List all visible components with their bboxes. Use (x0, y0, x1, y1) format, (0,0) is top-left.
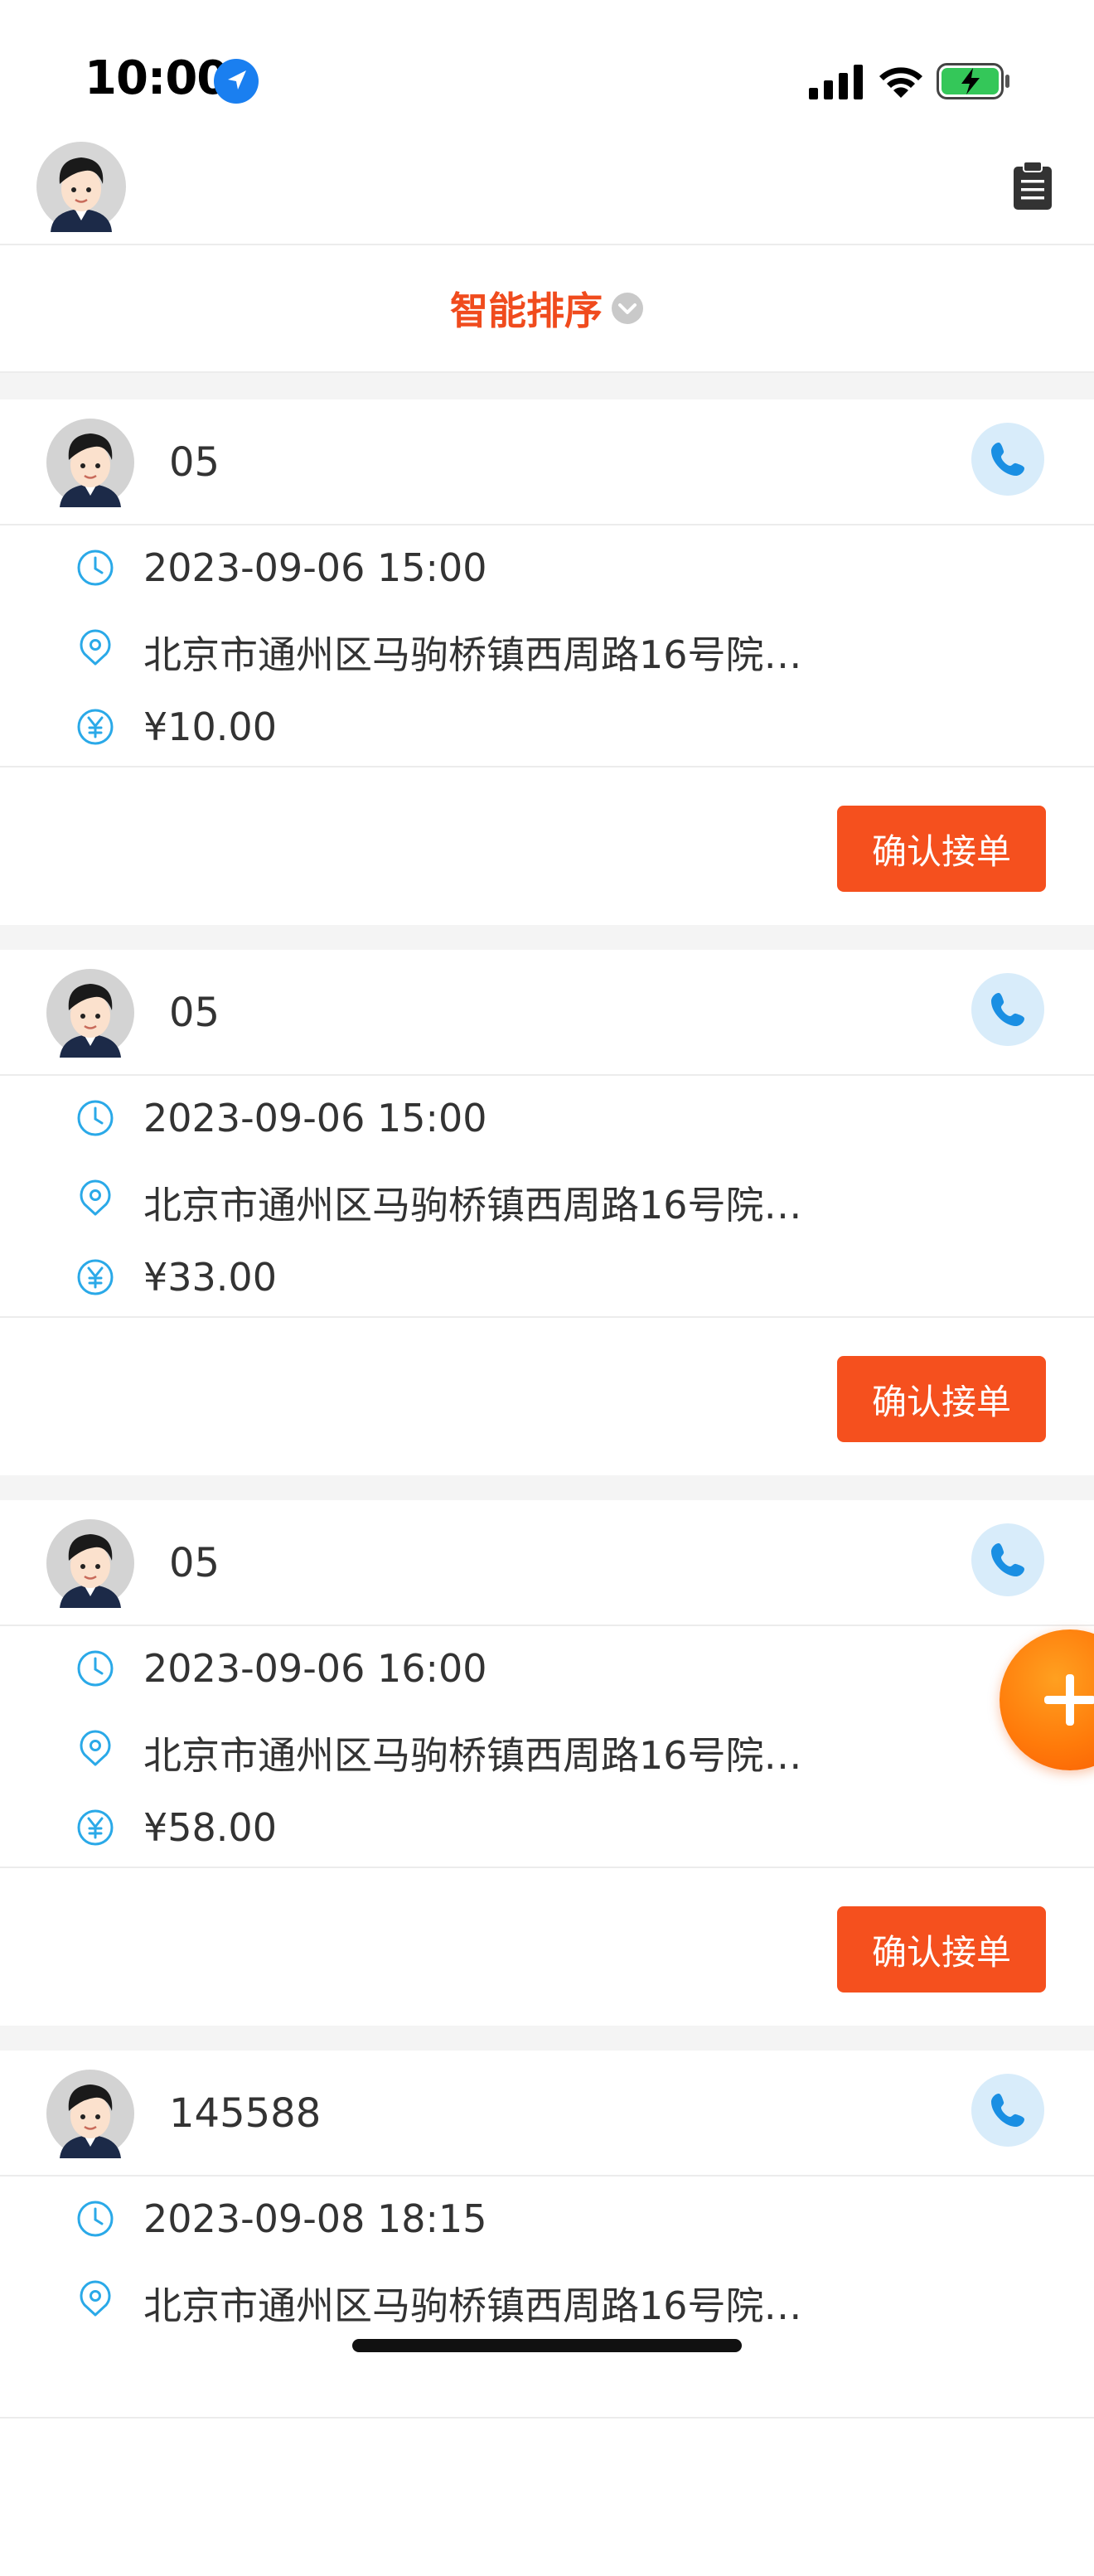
order-time: 2023-09-08 18:15 (143, 2196, 487, 2241)
order-address-row: 北京市通州区马驹桥镇西周路16号院… (0, 613, 1094, 680)
yuan-icon (77, 1809, 114, 1846)
yuan-icon (77, 1259, 114, 1295)
call-button[interactable] (971, 1523, 1044, 1596)
customer-name: 05 (169, 439, 220, 486)
section-divider (0, 1475, 1094, 1500)
order-card-actions: 确认接单 (0, 1868, 1094, 1993)
order-address-row: 北京市通州区马驹桥镇西周路16号院… (0, 2264, 1094, 2331)
order-price: ¥10.00 (143, 705, 277, 749)
customer-name: 145588 (169, 2090, 322, 2137)
order-price: ¥33.00 (143, 1255, 277, 1300)
confirm-order-button[interactable]: 确认接单 (837, 1906, 1046, 1993)
confirm-order-button[interactable]: 确认接单 (837, 1356, 1046, 1442)
clock-icon (77, 1650, 114, 1687)
call-button[interactable] (971, 973, 1044, 1046)
order-time-row: 2023-09-06 16:00 (0, 1634, 1094, 1701)
order-card: 145588 2023-09-08 18:15 北京市通州区马驹桥镇西周路16号… (0, 2051, 1094, 2576)
order-address-row: 北京市通州区马驹桥镇西周路16号院… (0, 1164, 1094, 1230)
customer-avatar-icon (46, 969, 134, 1058)
order-time-row: 2023-09-08 18:15 (0, 2185, 1094, 2251)
order-price-row: ¥10.00 (0, 693, 1094, 759)
order-card-header: 05 (0, 950, 1094, 1076)
order-price-row: ¥58.00 (0, 1794, 1094, 1860)
order-card: 05 2023-09-06 15:00 北京市通州区马驹桥镇西周路16号院… ¥… (0, 950, 1094, 1475)
plus-icon (1044, 1674, 1094, 1726)
user-avatar-icon[interactable] (36, 141, 127, 232)
section-divider (0, 925, 1094, 950)
home-indicator (352, 2339, 742, 2352)
order-time: 2023-09-06 16:00 (143, 1646, 487, 1691)
location-pin-icon (80, 2280, 111, 2317)
order-price-row: ¥33.00 (0, 1243, 1094, 1310)
order-card: 05 2023-09-06 15:00 北京市通州区马驹桥镇西周路16号院… ¥… (0, 399, 1094, 925)
clock-icon (77, 550, 114, 586)
order-address: 北京市通州区马驹桥镇西周路16号院… (143, 2283, 802, 2328)
clock-icon (77, 2201, 114, 2237)
confirm-order-button[interactable]: 确认接单 (837, 806, 1046, 892)
status-time: 10:00 (85, 51, 229, 105)
location-pin-icon (80, 1730, 111, 1766)
clipboard-icon[interactable] (1011, 160, 1054, 211)
order-card-details: 2023-09-06 15:00 北京市通州区马驹桥镇西周路16号院… ¥33.… (0, 1076, 1094, 1318)
order-address: 北京市通州区马驹桥镇西周路16号院… (143, 1733, 802, 1778)
order-card-header: 05 (0, 399, 1094, 525)
yuan-icon (77, 709, 114, 745)
order-address-row: 北京市通州区马驹桥镇西周路16号院… (0, 1714, 1094, 1780)
order-time: 2023-09-06 15:00 (143, 1096, 487, 1140)
phone-icon (991, 993, 1024, 1026)
location-pin-icon (80, 1179, 111, 1216)
order-card-details: 2023-09-08 18:15 北京市通州区马驹桥镇西周路16号院… (0, 2177, 1094, 2419)
phone-icon (991, 1543, 1024, 1576)
location-pin-icon (80, 629, 111, 666)
location-arrow-icon (214, 59, 259, 104)
order-card-header: 05 (0, 1500, 1094, 1626)
order-price: ¥58.00 (143, 1805, 277, 1850)
customer-avatar-icon (46, 1519, 134, 1608)
order-address: 北京市通州区马驹桥镇西周路16号院… (143, 632, 802, 677)
order-address: 北京市通州区马驹桥镇西周路16号院… (143, 1183, 802, 1227)
order-card-details: 2023-09-06 15:00 北京市通州区马驹桥镇西周路16号院… ¥10.… (0, 525, 1094, 767)
section-divider (0, 2026, 1094, 2051)
cellular-signal-icon (809, 65, 863, 99)
order-time-row: 2023-09-06 15:00 (0, 534, 1094, 600)
wifi-icon (879, 67, 922, 98)
order-card-details: 2023-09-06 16:00 北京市通州区马驹桥镇西周路16号院… ¥58.… (0, 1626, 1094, 1868)
order-card-actions: 确认接单 (0, 1318, 1094, 1442)
customer-name: 05 (169, 1540, 220, 1586)
customer-avatar-icon (46, 2070, 134, 2158)
battery-charging-icon (937, 63, 1009, 99)
status-bar: 10:00 (0, 0, 1094, 133)
customer-name: 05 (169, 990, 220, 1036)
order-card-actions: 确认接单 (0, 767, 1094, 892)
section-divider (0, 373, 1094, 399)
call-button[interactable] (971, 423, 1044, 496)
clock-icon (77, 1100, 114, 1136)
order-card: 05 2023-09-06 16:00 北京市通州区马驹桥镇西周路16号院… ¥… (0, 1500, 1094, 2026)
header (0, 133, 1094, 245)
sort-label[interactable]: 智能排序 (450, 281, 603, 336)
chevron-down-icon[interactable] (611, 292, 644, 325)
phone-icon (991, 443, 1024, 476)
order-time: 2023-09-06 15:00 (143, 545, 487, 590)
order-card-header: 145588 (0, 2051, 1094, 2177)
order-time-row: 2023-09-06 15:00 (0, 1084, 1094, 1150)
phone-icon (991, 2094, 1024, 2127)
sort-bar[interactable]: 智能排序 (0, 245, 1094, 373)
customer-avatar-icon (46, 419, 134, 507)
call-button[interactable] (971, 2074, 1044, 2147)
